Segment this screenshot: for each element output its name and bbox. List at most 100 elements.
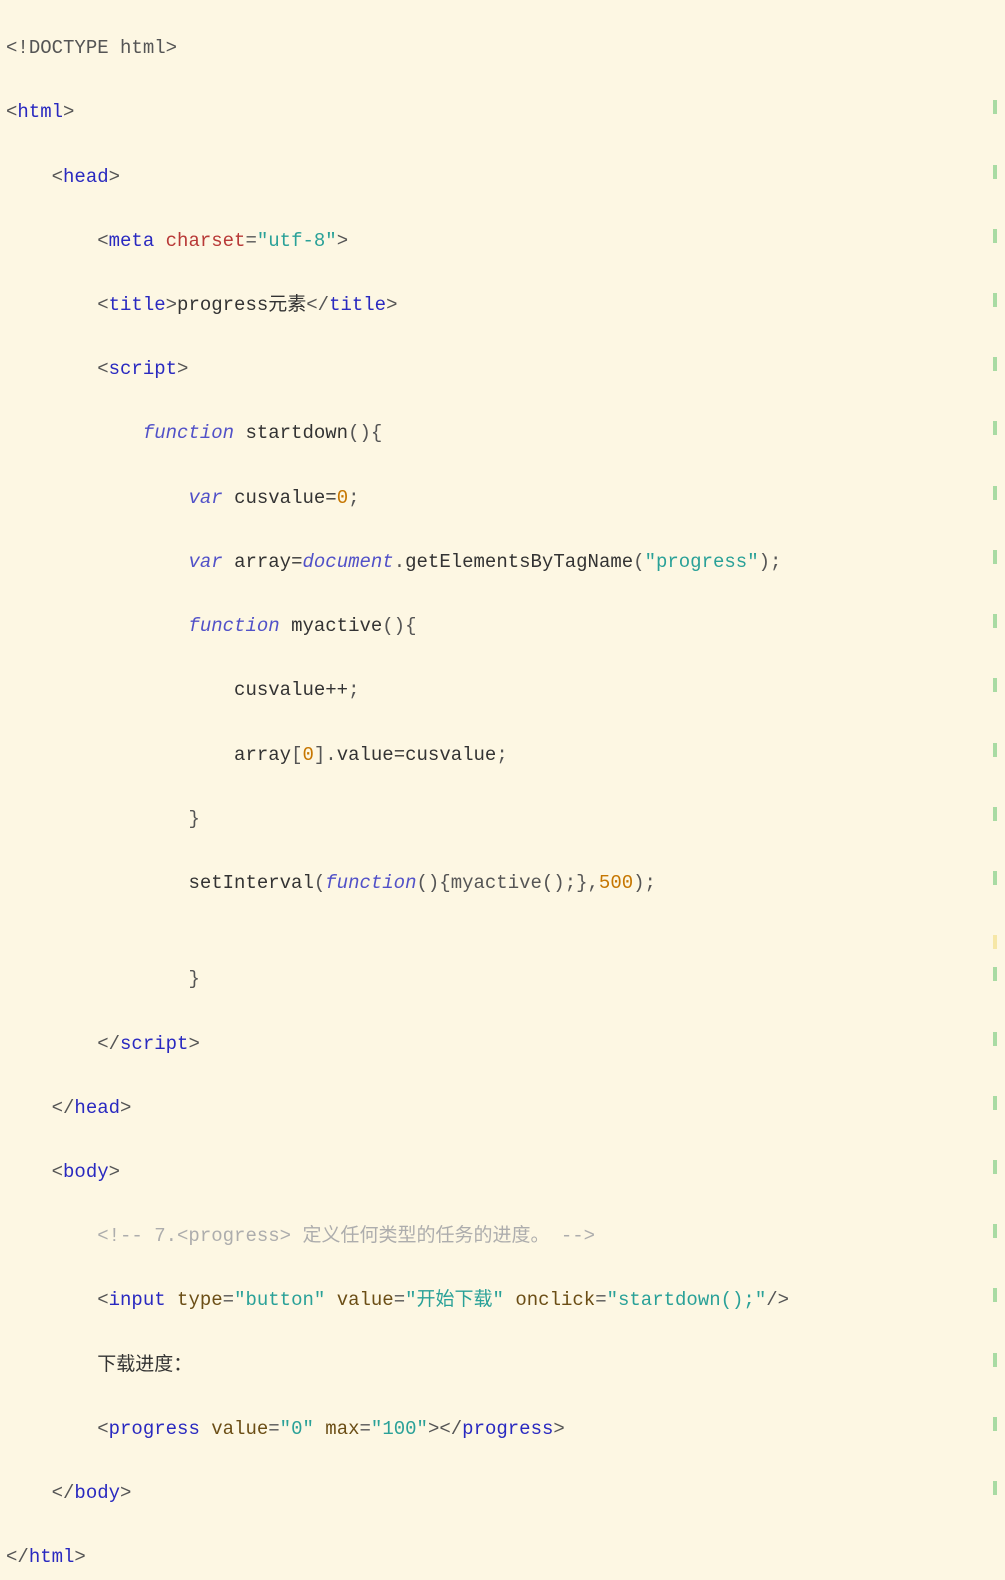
tag-name: body	[63, 1161, 109, 1183]
punct: />	[766, 1289, 789, 1311]
quote: "	[325, 230, 336, 252]
tag-name: input	[109, 1289, 166, 1311]
number: 0	[302, 744, 313, 766]
gutter-mark-icon	[993, 743, 997, 757]
code-line: }	[6, 963, 999, 995]
punct: <!	[6, 37, 29, 59]
punct: =	[595, 1289, 606, 1311]
punct: <	[6, 101, 17, 123]
code-line: </html>	[6, 1541, 999, 1573]
space	[223, 551, 234, 573]
attr-value: utf-8	[268, 230, 325, 252]
code-line: cusvalue++;	[6, 674, 999, 706]
identifier: array	[234, 744, 291, 766]
code-line: </script>	[6, 1028, 999, 1060]
attr-name: onclick	[515, 1289, 595, 1311]
code-line: 下载进度：	[6, 1349, 999, 1381]
tag-name: meta	[109, 230, 155, 252]
gutter-mark-icon	[993, 871, 997, 885]
code-line: <title>progress元素</title>	[6, 289, 999, 321]
gutter-mark-icon	[993, 614, 997, 628]
code-line: <script>	[6, 353, 999, 385]
attr-name: charset	[166, 230, 246, 252]
punct: >	[120, 1482, 131, 1504]
punct: <	[52, 166, 63, 188]
operator: =	[394, 744, 405, 766]
space	[154, 230, 165, 252]
identifier: setInterval	[188, 872, 313, 894]
punct: (){	[382, 615, 416, 637]
punct: =	[268, 1418, 279, 1440]
keyword: var	[188, 487, 222, 509]
punct: (	[314, 872, 325, 894]
code-line: <html>	[6, 96, 999, 128]
gutter-mark-icon	[993, 1096, 997, 1110]
brace: }	[188, 968, 199, 990]
keyword: var	[188, 551, 222, 573]
punct: >	[428, 1418, 439, 1440]
code-line: }	[6, 803, 999, 835]
punct: </	[306, 294, 329, 316]
punct: >	[166, 37, 177, 59]
punct: ;	[348, 487, 359, 509]
tag-name: script	[109, 358, 177, 380]
code-line: var cusvalue=0;	[6, 482, 999, 514]
code-line: function myactive(){	[6, 610, 999, 642]
gutter-mark-icon	[993, 486, 997, 500]
tag-name: head	[63, 166, 109, 188]
punct: ;	[348, 679, 359, 701]
punct: >	[109, 1161, 120, 1183]
punct: (	[633, 551, 644, 573]
code-line: array[0].value=cusvalue;	[6, 739, 999, 771]
gutter-mark-icon	[993, 1353, 997, 1367]
code-line: <meta charset="utf-8">	[6, 225, 999, 257]
quote: "	[645, 551, 656, 573]
punct: (){myactive();},	[416, 872, 598, 894]
code-line: <input type="button" value="开始下载" onclic…	[6, 1284, 999, 1316]
gutter-mark-icon	[993, 421, 997, 435]
brace: }	[188, 808, 199, 830]
gutter-mark-icon	[993, 1288, 997, 1302]
doctype-text: DOCTYPE html	[29, 37, 166, 59]
tag-name: head	[74, 1097, 120, 1119]
keyword: function	[188, 615, 279, 637]
punct: >	[337, 230, 348, 252]
punct: =	[245, 230, 256, 252]
tag-name: progress	[109, 1418, 200, 1440]
punct: =	[223, 1289, 234, 1311]
attr-value: "100"	[371, 1418, 428, 1440]
tag-name: title	[329, 294, 386, 316]
punct: =	[394, 1289, 405, 1311]
gutter-mark-icon	[993, 807, 997, 821]
code-line: <!DOCTYPE html>	[6, 32, 999, 64]
punct: >	[386, 294, 397, 316]
space	[280, 615, 291, 637]
quote: "	[257, 230, 268, 252]
punct: =	[360, 1418, 371, 1440]
code-viewer: <!DOCTYPE html> <html> <head> <meta char…	[0, 0, 1005, 1580]
string: progress	[656, 551, 747, 573]
attr-value: "startdown();"	[607, 1289, 767, 1311]
number: 500	[599, 872, 633, 894]
punct: </	[439, 1418, 462, 1440]
gutter-mark-icon	[993, 935, 997, 949]
gutter-mark-icon	[993, 967, 997, 981]
code-line: <body>	[6, 1156, 999, 1188]
punct: </	[97, 1033, 120, 1055]
identifier: myactive	[291, 615, 382, 637]
quote: "	[747, 551, 758, 573]
gutter-mark-icon	[993, 165, 997, 179]
attr-value: "button"	[234, 1289, 325, 1311]
attr-name: value	[337, 1289, 394, 1311]
punct: );	[759, 551, 782, 573]
punct: ;	[496, 744, 507, 766]
punct: <	[97, 294, 108, 316]
punct: [	[291, 744, 302, 766]
gutter-mark-icon	[993, 357, 997, 371]
identifier: array	[234, 551, 291, 573]
identifier: cusvalue	[234, 679, 325, 701]
punct: <	[52, 1161, 63, 1183]
operator: ++	[325, 679, 348, 701]
punct: .	[325, 744, 336, 766]
gutter-mark-icon	[993, 1481, 997, 1495]
